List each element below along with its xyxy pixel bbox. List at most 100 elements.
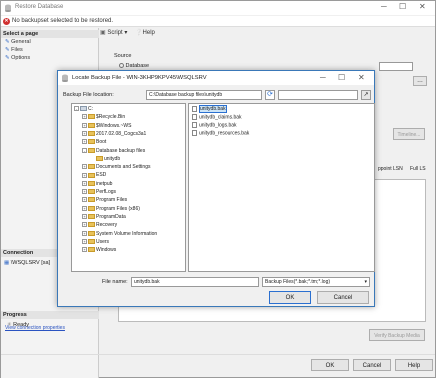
tree-item-label: Program Files (x86)	[96, 205, 140, 212]
help-toolbar-button[interactable]: ❔Help	[135, 30, 155, 36]
folder-tree[interactable]: - C: + $Recycle.Bin + $Windows.~WS +2017.02.08…	[71, 103, 186, 272]
folder-icon	[88, 180, 95, 186]
dialog-minimize-icon[interactable]: ─	[320, 73, 326, 82]
folder-icon	[88, 230, 95, 236]
tree-item[interactable]: - C:	[72, 106, 93, 113]
tree-item[interactable]: + Documents and Settings	[72, 164, 150, 171]
folder-icon	[96, 155, 103, 161]
expand-icon[interactable]: +	[82, 247, 87, 253]
backup-location-field[interactable]: C:\Database backup files\unitydb	[146, 90, 262, 100]
tree-item[interactable]: - Database backup files	[72, 148, 145, 155]
tree-item[interactable]: + Program Files	[72, 197, 127, 204]
expand-icon[interactable]: +	[82, 122, 87, 128]
expand-icon[interactable]: +	[82, 139, 87, 145]
tree-item[interactable]: +2017.02.08_Cogcs3a1	[72, 131, 146, 138]
collapse-icon[interactable]: -	[74, 106, 79, 112]
verify-backup-media-button[interactable]: Verify Backup Media	[369, 329, 425, 341]
file-item[interactable]: unitydb_resources.bak	[192, 130, 249, 137]
page-options[interactable]: ✎ Options	[5, 55, 30, 61]
tree-item-label: ESD	[96, 172, 107, 179]
expand-icon[interactable]: +	[82, 114, 87, 120]
tree-item-label: Recovery	[96, 222, 118, 229]
warning-bar: ✕ No backupset selected to be restored.	[1, 16, 435, 27]
expand-icon[interactable]: +	[82, 205, 87, 211]
tree-item-label: PerfLogs	[96, 189, 117, 195]
locate-backup-file-dialog: Locate Backup File - WIN-3KHP9KPV45\WSQL…	[57, 70, 375, 307]
error-icon: ✕	[3, 18, 10, 25]
tree-item[interactable]: + Windows	[72, 247, 116, 254]
close-icon[interactable]: ✕	[419, 2, 426, 11]
file-item[interactable]: unitydb.bak	[192, 105, 227, 114]
file-item[interactable]: unitydb_claims.bak	[192, 114, 242, 121]
tree-item-label: $Recycle.Bin	[96, 114, 126, 121]
divider	[1, 354, 435, 355]
dialog-maximize-icon[interactable]: ☐	[338, 73, 345, 82]
tree-item[interactable]: + ProgramData	[72, 214, 126, 221]
folder-icon	[88, 114, 95, 120]
folder-icon	[88, 189, 95, 195]
folder-icon	[88, 172, 95, 178]
minimize-icon[interactable]: ─	[381, 2, 387, 11]
dialog-cancel-button[interactable]: Cancel	[317, 291, 369, 304]
dialog-ok-button[interactable]: OK	[269, 291, 311, 304]
tree-item[interactable]: + Boot	[72, 139, 106, 146]
file-item[interactable]: unitydb_logs.bak	[192, 122, 237, 129]
tree-item[interactable]: + System Volume Information	[72, 231, 157, 238]
expand-icon[interactable]: +	[82, 214, 87, 220]
expand-icon[interactable]: +	[82, 164, 87, 170]
tree-item[interactable]: + Recovery	[72, 222, 117, 229]
folder-icon	[88, 214, 95, 220]
expand-icon[interactable]: +	[82, 238, 87, 244]
tree-item[interactable]: + $Recycle.Bin	[72, 114, 125, 121]
cancel-button[interactable]: Cancel	[353, 359, 391, 371]
page-general[interactable]: ✎ General	[5, 39, 31, 45]
progress-heading: Progress	[1, 311, 99, 319]
page-files[interactable]: ✎ Files	[5, 47, 23, 53]
outer-titlebar: Restore Database ─ ☐ ✕	[1, 1, 435, 15]
refresh-icon[interactable]: ⟳	[265, 90, 275, 100]
expand-icon[interactable]: +	[82, 180, 87, 186]
file-type-select[interactable]: Backup Files(*.bak;*.tm;*.log) ▾	[262, 277, 370, 287]
tree-item[interactable]: + inetpub	[72, 181, 112, 188]
connection-server: \WSQLSRV [sa]	[10, 260, 51, 266]
file-item-label: unitydb_claims.bak	[199, 114, 242, 121]
help-icon: ❔	[135, 30, 143, 36]
script-button[interactable]: ▣ Script ▾	[100, 30, 127, 36]
tree-item[interactable]: unitydb	[72, 156, 120, 163]
search-go-icon[interactable]: ↗	[361, 90, 371, 100]
drive-icon	[80, 106, 87, 112]
col-header-full-lsn: Full LS	[410, 166, 426, 172]
dialog-title: Locate Backup File - WIN-3KHP9KPV45\WSQL…	[72, 75, 207, 81]
tree-item[interactable]: + Program Files (x86)	[72, 206, 140, 213]
dialog-close-icon[interactable]: ✕	[358, 73, 365, 82]
expand-icon[interactable]: +	[82, 230, 87, 236]
expand-icon[interactable]: +	[82, 189, 87, 195]
tree-item[interactable]: + ESD	[72, 172, 106, 179]
browse-button[interactable]: …	[413, 76, 427, 86]
collapse-icon[interactable]: -	[82, 147, 87, 153]
maximize-icon[interactable]: ☐	[399, 2, 406, 11]
file-item-label: unitydb_logs.bak	[199, 122, 237, 129]
tree-item-label: 2017.02.08_Cogcs3a1	[96, 130, 147, 137]
file-list[interactable]: unitydb.bak unitydb_claims.bak unitydb_log…	[188, 103, 375, 272]
tree-item[interactable]: + Users	[72, 239, 109, 246]
dialog-titlebar: Locate Backup File - WIN-3KHP9KPV45\WSQL…	[58, 71, 374, 85]
database-select[interactable]	[379, 62, 413, 71]
tree-item[interactable]: + PerfLogs	[72, 189, 116, 196]
expand-icon[interactable]: +	[82, 131, 87, 137]
file-icon	[192, 114, 197, 120]
progress-status: ✳ Ready	[7, 322, 30, 328]
file-name-field[interactable]: unitydb.bak	[131, 277, 259, 287]
expand-icon[interactable]: +	[82, 222, 87, 228]
tree-item-label: Boot	[96, 139, 107, 146]
expand-icon[interactable]: +	[82, 197, 87, 203]
timeline-button[interactable]: Timeline...	[393, 128, 425, 140]
database-radio[interactable]: Database	[119, 63, 149, 69]
source-label: Source	[114, 53, 132, 59]
search-field[interactable]	[278, 90, 358, 100]
ok-button[interactable]: OK	[311, 359, 349, 371]
help-button[interactable]: Help	[395, 359, 433, 371]
tree-item-label: unitydb	[104, 155, 121, 162]
tree-item[interactable]: + $Windows.~WS	[72, 123, 131, 130]
expand-icon[interactable]: +	[82, 172, 87, 178]
